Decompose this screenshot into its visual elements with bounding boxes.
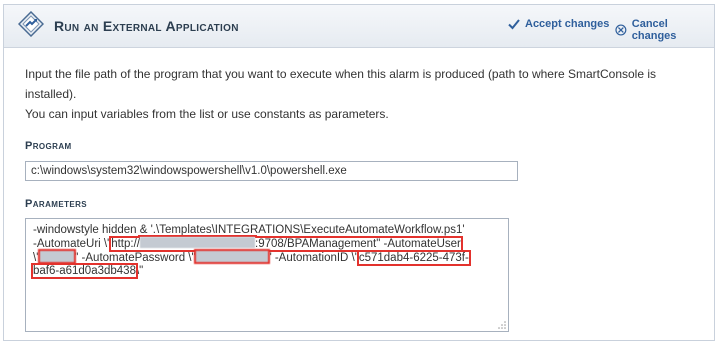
params-line-4-end: \" (135, 265, 144, 277)
cancel-x-icon (615, 24, 627, 36)
params-line-3-id-label: " -AutomationID \" (267, 252, 359, 264)
redacted-host (140, 237, 255, 248)
intro-line-1: Input the file path of the program that … (25, 67, 657, 101)
panel-header: Run an External Application Accept chang… (4, 5, 714, 48)
program-label: Program (25, 140, 72, 152)
params-line-3-prefix: \" (33, 252, 41, 264)
accept-changes-label: Accept changes (525, 18, 610, 30)
diamond-arrow-icon (18, 11, 44, 37)
params-line-2: -AutomateUri \"http:// :9708/BPAManagemen… (33, 236, 501, 252)
intro-text: Input the file path of the program that … (25, 64, 705, 124)
accept-changes-button[interactable]: Accept changes (508, 18, 609, 30)
params-line-4: baf6-a61d0a3db438\" (31, 263, 501, 279)
params-line-2-prefix: -AutomateUri \" (33, 238, 112, 250)
params-line-3: \" " -AutomatePassword \" " -AutomationID … (33, 249, 501, 266)
redacted-password (193, 249, 270, 264)
uri-scheme: http:// (111, 238, 140, 250)
params-line-1: -windowstyle hidden & '.\Templates\INTEG… (33, 224, 465, 236)
resize-grip-icon[interactable] (498, 321, 506, 329)
cancel-changes-label: Cancel changes (631, 18, 677, 42)
cancel-changes-button[interactable]: Cancel changes (615, 18, 714, 42)
automation-id-part-2: baf6-a61d0a3db438 (31, 263, 138, 279)
params-line-3-password-label: " -AutomatePassword \" (74, 252, 196, 264)
program-path-input[interactable] (25, 161, 518, 181)
redacted-user (38, 249, 77, 264)
run-external-application-panel: Run an External Application Accept chang… (3, 4, 715, 341)
panel-title: Run an External Application (54, 18, 239, 34)
intro-line-2: You can input variables from the list or… (25, 107, 389, 121)
uri-path: :9708/BPAManagement" -AutomateUser (255, 238, 461, 250)
parameters-textarea[interactable]: -windowstyle hidden & '.\Templates\INTEG… (25, 218, 509, 332)
parameters-label: Parameters (25, 198, 88, 210)
automate-uri-value: http:// :9708/BPAManagement" -AutomateUse… (109, 236, 463, 252)
automation-id-part-1: c571dab4-6225-473f- (356, 250, 471, 266)
checkmark-icon (508, 19, 520, 30)
